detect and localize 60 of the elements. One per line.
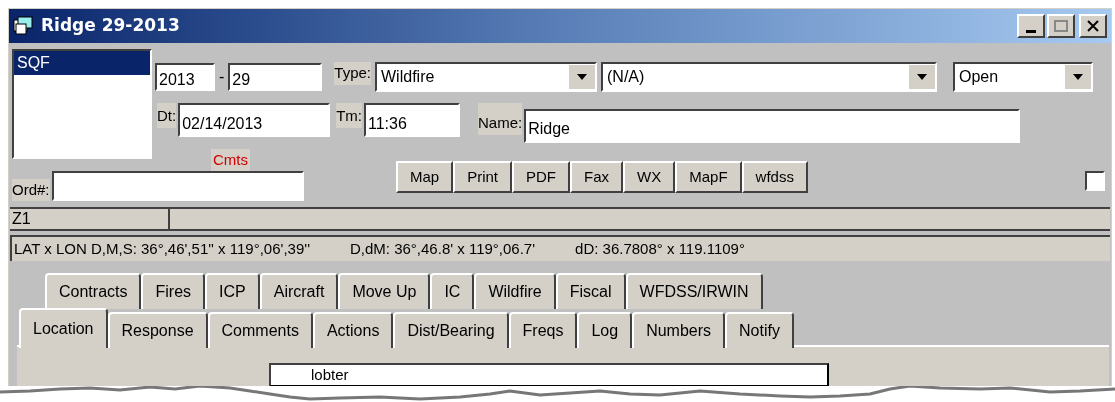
dropdown-value: lobter (310, 364, 349, 385)
tab[interactable]: Contracts (45, 273, 142, 309)
tab[interactable]: Aircraft (259, 273, 339, 309)
dropdown-value: Open (958, 67, 1000, 87)
tab[interactable]: Fiscal (555, 273, 626, 309)
type-dropdown[interactable]: Wildfire (375, 62, 597, 92)
coordinate-text: LAT x LON D,M,S: 36°,46',51'' x 119°,06',39'' (14, 238, 310, 259)
number-field[interactable]: 29 (228, 63, 323, 91)
panel-dropdown[interactable]: lobter (269, 363, 829, 387)
tab[interactable]: Actions (312, 312, 394, 348)
toolbar-button[interactable]: PDF (512, 161, 571, 193)
close-button[interactable] (1079, 14, 1107, 38)
toolbar-button[interactable]: MapF (675, 161, 742, 193)
toolbar-button[interactable]: Print (453, 161, 513, 193)
coordinate-text: D,dM: 36°,46.8' x 119°,06.7' (350, 238, 536, 259)
name-field[interactable]: Ridge (524, 109, 1021, 143)
minimize-button[interactable] (1017, 14, 1045, 38)
order-label: Ord#: (12, 178, 50, 201)
list-item[interactable]: SQF (14, 51, 150, 75)
status-dropdown[interactable]: Open (953, 62, 1093, 92)
tab[interactable]: Numbers (632, 312, 726, 348)
tab[interactable]: Response (107, 312, 208, 348)
year-field[interactable]: 2013 (155, 63, 215, 91)
tab[interactable]: Notify (725, 312, 794, 348)
dropdown-value: Wildfire (380, 67, 436, 87)
tab[interactable]: WFDSS/IRWIN (625, 273, 763, 309)
maximize-icon (1054, 20, 1068, 32)
close-icon (1087, 20, 1099, 32)
tab[interactable]: Freqs (508, 312, 578, 348)
folder-icon (13, 16, 35, 36)
checkbox[interactable] (1085, 171, 1105, 191)
tab[interactable]: Fires (141, 273, 206, 309)
tab[interactable]: Wildfire (474, 273, 556, 309)
tab[interactable]: Comments (207, 312, 313, 348)
tab[interactable]: Move Up (338, 273, 431, 309)
subtype-dropdown[interactable]: (N/A) (601, 62, 937, 92)
tab[interactable]: Location (19, 308, 108, 348)
dropdown-value: (N/A) (606, 67, 646, 87)
minimize-icon (1026, 30, 1036, 33)
date-label: Dt: (157, 103, 177, 128)
toolbar-button[interactable]: Fax (570, 161, 624, 193)
tab[interactable]: Dist/Bearing (393, 312, 509, 348)
toolbar-button[interactable]: Map (396, 161, 454, 193)
order-field[interactable] (51, 171, 304, 201)
zone-cell: Z1 (10, 209, 170, 229)
tab[interactable]: Log (577, 312, 633, 348)
name-label: Name: (478, 103, 523, 135)
date-field[interactable]: 02/14/2013 (178, 103, 331, 137)
toolbar-button[interactable]: wfdss (741, 161, 808, 193)
tab[interactable]: IC (430, 273, 475, 309)
time-field[interactable]: 11:36 (364, 103, 460, 137)
comments-link[interactable]: Cmts (211, 149, 250, 172)
type-label: Type: (334, 62, 371, 85)
toolbar-button[interactable]: WX (623, 161, 676, 193)
coordinate-text: dD: 36.7808° x 119.1109° (575, 238, 745, 259)
tab[interactable]: ICP (205, 273, 260, 309)
window-title: Ridge 29-2013 (41, 14, 180, 38)
time-label: Tm: (336, 103, 362, 128)
maximize-button[interactable] (1047, 14, 1075, 38)
dash-separator: - (219, 67, 225, 87)
